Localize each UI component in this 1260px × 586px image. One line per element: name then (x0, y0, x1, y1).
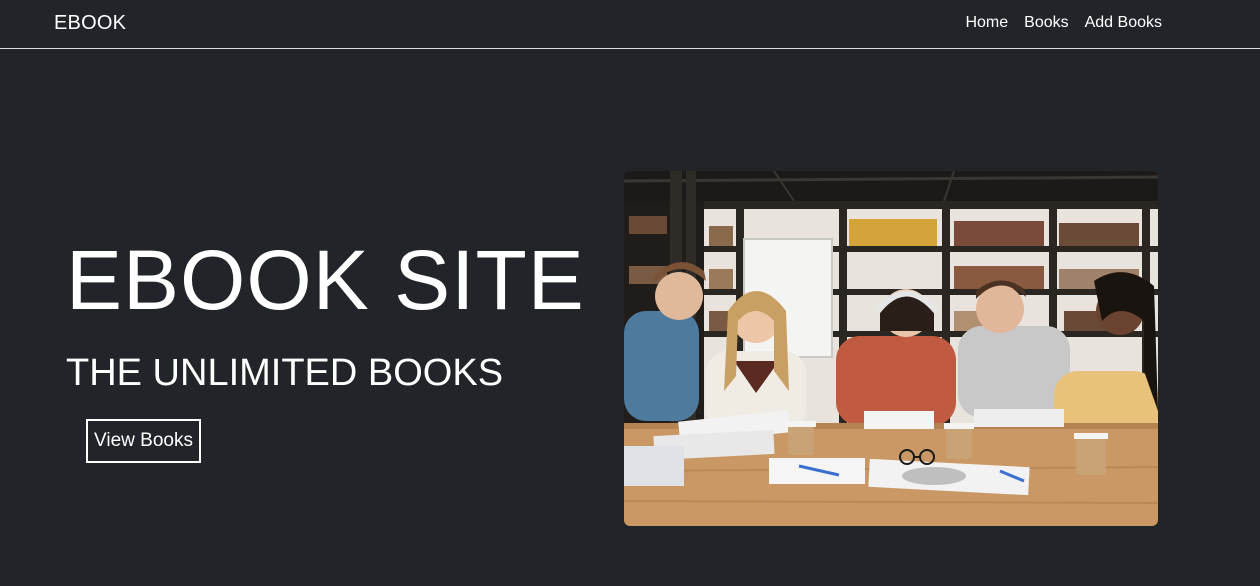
students-library-illustration (624, 171, 1158, 526)
view-books-button[interactable]: View Books (86, 419, 201, 463)
nav-link-add-books[interactable]: Add Books (1085, 13, 1162, 33)
hero-image-students-studying (624, 171, 1158, 526)
nav-links: Home Books Add Books (965, 13, 1162, 33)
nav-link-books[interactable]: Books (1024, 13, 1068, 33)
nav-link-home[interactable]: Home (965, 13, 1008, 33)
brand-logo-link[interactable]: EBOOK (54, 11, 126, 35)
navbar: EBOOK Home Books Add Books (0, 0, 1260, 49)
hero-title: EBOOK SITE (66, 233, 585, 327)
hero-subtitle: THE UNLIMITED BOOKS (66, 352, 504, 394)
